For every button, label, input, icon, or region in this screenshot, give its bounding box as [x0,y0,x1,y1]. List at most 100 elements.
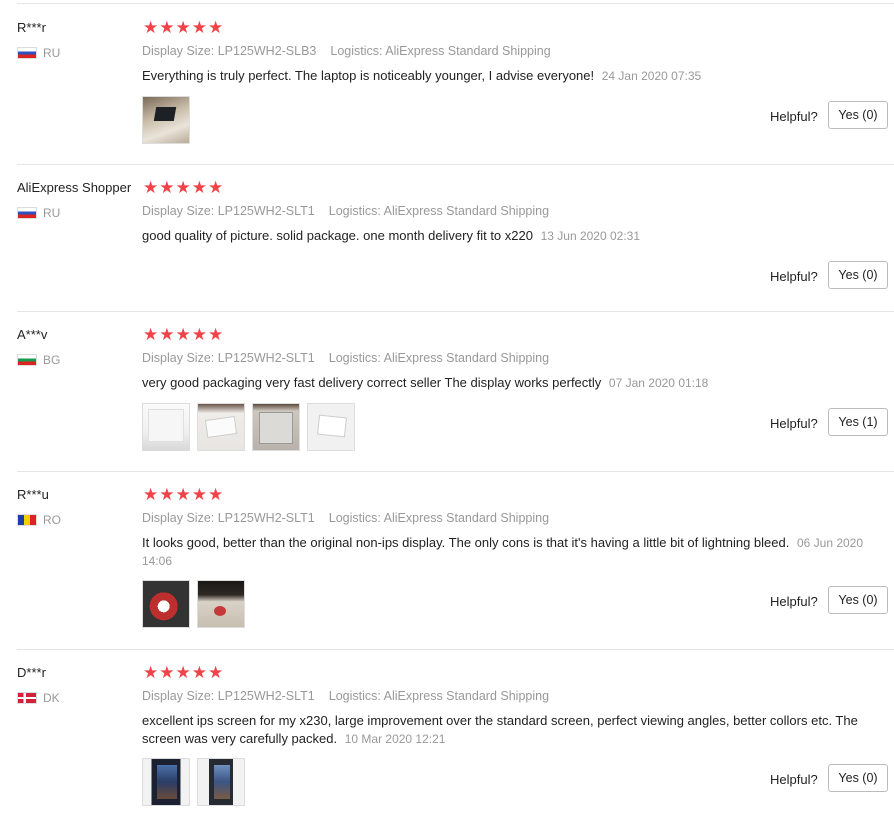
star-icon: ★ [175,325,191,344]
star-icon: ★ [208,663,224,682]
review-date: 10 Mar 2020 12:21 [344,732,446,746]
review-attributes: Display Size: LP125WH2-SLT1 Logistics: Al… [142,511,549,525]
country-code: RU [43,46,61,60]
star-icon: ★ [191,663,207,682]
star-icon: ★ [208,325,224,344]
star-icon: ★ [175,18,191,37]
review-attributes: Display Size: LP125WH2-SLT1 Logistics: Al… [142,204,549,218]
star-icon: ★ [143,325,159,344]
country-code: BG [43,353,61,367]
star-icon: ★ [175,178,191,197]
reviewer-country: BG [17,353,60,367]
review-text: It looks good, better than the original … [142,535,790,550]
reviewer-name: A***v [17,327,48,342]
star-rating: ★ ★ ★ ★ ★ [143,179,223,196]
star-icon: ★ [208,18,224,37]
review-photo-thumbnail[interactable] [142,96,190,144]
star-icon: ★ [208,485,224,504]
star-icon: ★ [191,485,207,504]
review-text: good quality of picture. solid package. … [142,228,533,243]
helpful-yes-button[interactable]: Yes (0) [828,261,888,289]
country-code: DK [43,691,60,705]
country-code: RU [43,206,61,220]
review-item: A***v BG ★ ★ ★ ★ ★ Display Size: LP125WH2-SL… [0,312,894,472]
review-attributes: Display Size: LP125WH2-SLT1 Logistics: Al… [142,351,549,365]
review-text: excellent ips screen for my x230, large … [142,713,858,746]
review-photo-thumbnail[interactable] [142,403,190,451]
review-item: AliExpress Shopper RU ★ ★ ★ ★ ★ Display Size… [0,165,894,312]
star-icon: ★ [175,663,191,682]
star-icon: ★ [191,325,207,344]
reviewer-country: DK [17,691,60,705]
reviewer-name: R***u [17,487,49,502]
review-photo-thumbnail[interactable] [252,403,300,451]
star-icon: ★ [159,485,175,504]
bulgaria-flag-icon [17,354,37,366]
helpful-yes-button[interactable]: Yes (0) [828,764,888,792]
star-icon: ★ [159,325,175,344]
review-photo-thumbnail[interactable] [307,403,355,451]
romania-flag-icon [17,514,37,526]
helpful-label: Helpful? [770,109,818,124]
reviewer-country: RO [17,513,61,527]
helpful-label: Helpful? [770,269,818,284]
logistics: Logistics: AliExpress Standard Shipping [328,204,550,218]
review-photo-thumbnail[interactable] [197,580,245,628]
display-size: Display Size: LP125WH2-SLT1 [142,689,315,703]
review-photos [142,403,355,451]
helpful-yes-button[interactable]: Yes (1) [828,408,888,436]
review-date: 24 Jan 2020 07:35 [601,69,702,83]
reviewer-name: AliExpress Shopper [17,180,132,195]
reviewer-country: RU [17,46,60,60]
review-photos [142,758,245,806]
denmark-flag-icon [17,692,37,704]
reviewer-country: RU [17,206,60,220]
helpful-yes-button[interactable]: Yes (0) [828,586,888,614]
star-rating: ★ ★ ★ ★ ★ [143,664,223,681]
star-icon: ★ [143,178,159,197]
logistics: Logistics: AliExpress Standard Shipping [328,689,550,703]
display-size: Display Size: LP125WH2-SLB3 [142,44,317,58]
display-size: Display Size: LP125WH2-SLT1 [142,204,315,218]
review-content: good quality of picture. solid package. … [142,227,877,245]
star-icon: ★ [191,178,207,197]
star-rating: ★ ★ ★ ★ ★ [143,486,223,503]
review-photo-thumbnail[interactable] [197,758,245,806]
helpful-yes-button[interactable]: Yes (0) [828,101,888,129]
star-rating: ★ ★ ★ ★ ★ [143,19,223,36]
logistics: Logistics: AliExpress Standard Shipping [328,511,550,525]
review-content: very good packaging very fast delivery c… [142,374,877,392]
review-item: R***u RO ★ ★ ★ ★ ★ Display Size: LP125WH2-SL… [0,472,894,650]
star-icon: ★ [191,18,207,37]
display-size: Display Size: LP125WH2-SLT1 [142,351,315,365]
star-icon: ★ [159,178,175,197]
star-icon: ★ [159,18,175,37]
review-item: D***r DK ★ ★ ★ ★ ★ Display Size: LP125WH2-SL… [0,650,894,815]
display-size: Display Size: LP125WH2-SLT1 [142,511,315,525]
country-code: RO [43,513,61,527]
helpful-label: Helpful? [770,416,818,431]
logistics: Logistics: AliExpress Standard Shipping [330,44,551,58]
russia-flag-icon [17,207,37,219]
review-content: Everything is truly perfect. The laptop … [142,67,877,85]
review-photos [142,96,190,144]
reviewer-name: R***r [17,20,46,35]
star-icon: ★ [208,178,224,197]
logistics: Logistics: AliExpress Standard Shipping [328,351,550,365]
review-photo-thumbnail[interactable] [142,580,190,628]
review-text: very good packaging very fast delivery c… [142,375,602,390]
review-photo-thumbnail[interactable] [142,758,190,806]
star-icon: ★ [159,663,175,682]
review-content: excellent ips screen for my x230, large … [142,712,877,748]
helpful-label: Helpful? [770,594,818,609]
helpful-label: Helpful? [770,772,818,787]
review-attributes: Display Size: LP125WH2-SLT1 Logistics: Al… [142,689,549,703]
review-attributes: Display Size: LP125WH2-SLB3 Logistics: Al… [142,44,551,58]
star-icon: ★ [143,663,159,682]
review-date: 13 Jun 2020 02:31 [540,229,641,243]
review-content: It looks good, better than the original … [142,534,877,570]
review-photos [142,580,245,628]
review-item: R***r RU ★ ★ ★ ★ ★ Display Size: LP125WH2-SL… [0,4,894,165]
star-icon: ★ [143,18,159,37]
review-photo-thumbnail[interactable] [197,403,245,451]
